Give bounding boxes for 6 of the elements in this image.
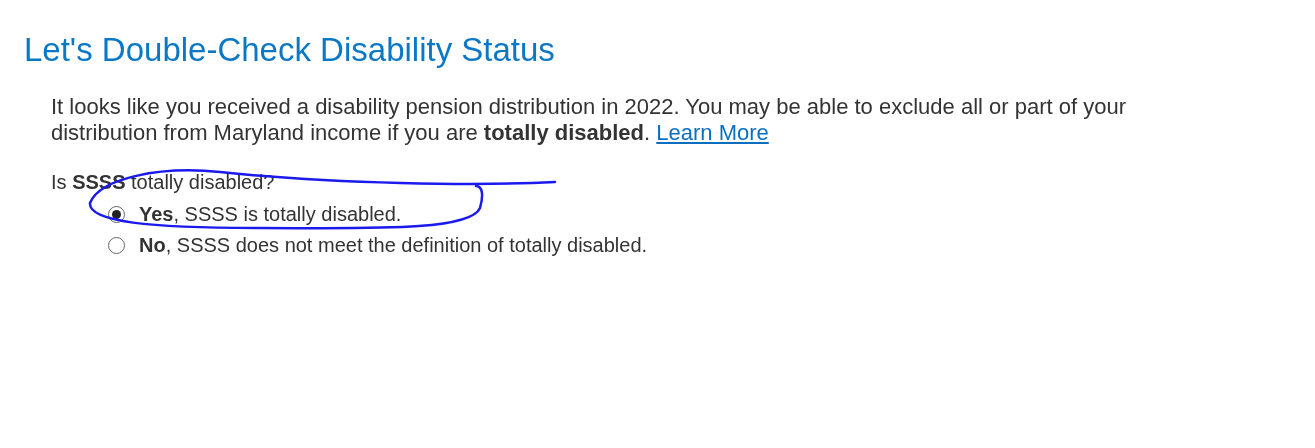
option-label[interactable]: No, SSSS does not meet the definition of totally disabled. bbox=[139, 233, 648, 257]
intro-paragraph: It looks like you received a disability pension distribution in 2022. You may be able to exclude all or part of your distribution from Maryland income if you are totally disabled. Learn More bbox=[51, 94, 1127, 146]
learn-more-link[interactable]: Learn More bbox=[656, 120, 769, 145]
page-title: Let's Double-Check Disability Status bbox=[24, 30, 555, 70]
radio-button[interactable] bbox=[108, 236, 125, 254]
option-label[interactable]: Yes, SSSS is totally disabled. bbox=[139, 202, 402, 226]
